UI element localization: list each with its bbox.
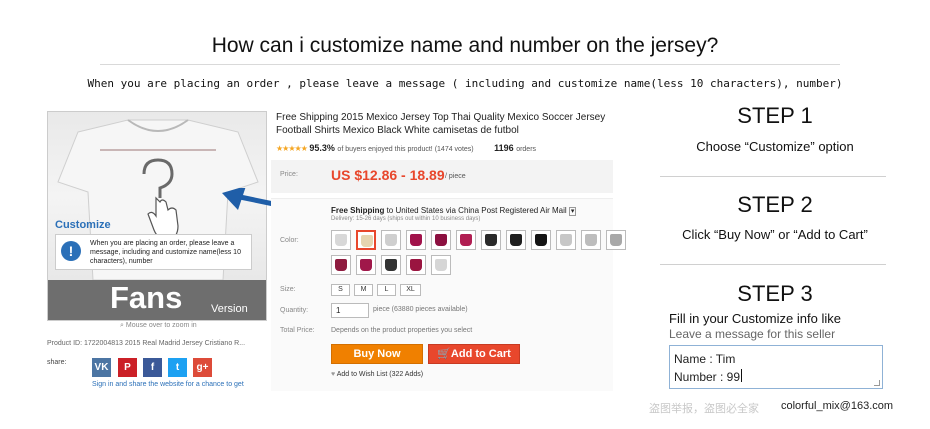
price-unit: / piece xyxy=(445,173,466,180)
facebook-share-button[interactable]: f xyxy=(143,358,162,377)
step-1-title: STEP 1 xyxy=(737,103,813,128)
pinterest-share-button[interactable]: P xyxy=(118,358,137,377)
total-price-label: Total Price: xyxy=(280,327,315,334)
quantity-note: piece (63880 pieces available) xyxy=(373,306,468,313)
color-swatch[interactable] xyxy=(581,230,601,250)
customize-note-box: ! When you are placing an order, please … xyxy=(55,234,252,270)
jersey-thumbnail-icon xyxy=(435,234,447,246)
watermark-text: 盗图举报，盗图必全家 xyxy=(649,403,759,415)
signin-share-link[interactable]: Sign in and share the website for a chan… xyxy=(92,381,244,388)
chevron-down-icon[interactable]: ▾ xyxy=(568,207,577,216)
color-swatch[interactable] xyxy=(531,230,551,250)
step-divider xyxy=(660,264,886,265)
seller-message-textarea[interactable]: Name : Tim Number : 99 xyxy=(669,345,883,389)
jersey-thumbnail-icon xyxy=(485,234,497,246)
message-line-number: Number : 99 xyxy=(674,370,741,384)
buy-now-button[interactable]: Buy Now xyxy=(331,344,423,364)
jersey-thumbnail-icon xyxy=(560,234,572,246)
jersey-thumbnail-icon xyxy=(335,234,347,246)
googleplus-share-button[interactable]: g+ xyxy=(193,358,212,377)
jersey-thumbnail-icon xyxy=(360,259,372,271)
size-option-s[interactable]: S xyxy=(331,284,350,296)
message-seller-label: Leave a message for this seller xyxy=(669,327,836,341)
watermark-email: colorful_mix@163.com xyxy=(781,400,894,412)
jersey-thumbnail-icon xyxy=(410,234,422,246)
orders-label: orders xyxy=(516,146,537,153)
color-swatch[interactable] xyxy=(431,230,451,250)
rating-text: of buyers enjoyed this product! (1474 vo… xyxy=(337,146,474,153)
jersey-thumbnail-icon xyxy=(610,234,622,246)
step-2-title: STEP 2 xyxy=(737,192,813,217)
color-swatch[interactable] xyxy=(406,255,426,275)
size-option-l[interactable]: L xyxy=(377,284,396,296)
color-swatch[interactable] xyxy=(506,230,526,250)
title-divider xyxy=(100,64,840,65)
color-swatch[interactable] xyxy=(431,255,451,275)
share-label: share: xyxy=(47,359,67,366)
jersey-thumbnail-icon xyxy=(410,259,422,271)
version-text: Version xyxy=(211,303,248,315)
cart-icon: 🛒 xyxy=(437,348,451,360)
jersey-thumbnail-icon xyxy=(585,234,597,246)
jersey-thumbnail-icon xyxy=(460,234,472,246)
color-swatch[interactable] xyxy=(456,230,476,250)
product-id: Product ID: 1722004813 2015 Real Madrid … xyxy=(47,340,246,347)
color-swatch[interactable] xyxy=(606,230,626,250)
customize-label: Customize xyxy=(55,219,111,231)
info-icon: ! xyxy=(61,241,81,261)
shipping-line[interactable]: Free Shipping to United States via China… xyxy=(331,206,577,216)
vk-share-button[interactable]: VK xyxy=(92,358,111,377)
step-3-title: STEP 3 xyxy=(737,281,813,306)
free-shipping-label: Free Shipping xyxy=(331,206,385,215)
instructions-subtitle: When you are placing an order , please l… xyxy=(87,77,843,90)
quantity-input[interactable]: 1 xyxy=(331,303,369,318)
size-option-xl[interactable]: XL xyxy=(400,284,421,296)
orders-count: 1196 xyxy=(494,143,514,153)
color-swatch[interactable] xyxy=(381,230,401,250)
zoom-hint: ⌕ Mouse over to zoom in xyxy=(120,322,197,329)
color-swatch[interactable] xyxy=(356,230,376,250)
color-swatch[interactable] xyxy=(381,255,401,275)
jersey-thumbnail-icon xyxy=(335,259,347,271)
price-value: US $12.86 - 18.89 xyxy=(331,167,445,183)
total-price-note: Depends on the product properties you se… xyxy=(331,327,473,334)
product-title[interactable]: Free Shipping 2015 Mexico Jersey Top Tha… xyxy=(276,111,611,137)
text-caret xyxy=(741,369,742,382)
jersey-thumbnail-icon xyxy=(535,234,547,246)
star-rating-icon: ★★★★★ xyxy=(276,144,308,153)
message-line-name: Name : Tim xyxy=(674,352,736,366)
jersey-thumbnail-icon xyxy=(361,235,373,247)
size-option-m[interactable]: M xyxy=(354,284,373,296)
delivery-estimate: Delivery: 15-26 days (ships out within 1… xyxy=(331,216,481,222)
resize-handle-icon[interactable] xyxy=(874,380,880,386)
jersey-thumbnail-icon xyxy=(385,259,397,271)
color-swatch[interactable] xyxy=(331,255,351,275)
jersey-thumbnail-icon xyxy=(510,234,522,246)
color-swatch[interactable] xyxy=(556,230,576,250)
page-title: How can i customize name and number on t… xyxy=(211,34,719,57)
step-divider xyxy=(660,176,886,177)
rating-percent: 95.3% xyxy=(309,143,335,153)
color-swatch[interactable] xyxy=(331,230,351,250)
quantity-label: Quantity: xyxy=(280,307,309,314)
size-label: Size: xyxy=(280,286,296,293)
step-3-description: Fill in your Customize info like xyxy=(669,311,841,326)
price-label: Price: xyxy=(280,171,298,178)
add-to-cart-button[interactable]: 🛒Add to Cart xyxy=(428,344,520,364)
step-2-description: Click “Buy Now” or “Add to Cart” xyxy=(682,227,868,242)
rating-row: ★★★★★ 95.3% of buyers enjoyed this produ… xyxy=(276,143,536,153)
step-1-description: Choose “Customize” option xyxy=(696,139,854,154)
color-label: Color: xyxy=(280,237,299,244)
twitter-share-button[interactable]: t xyxy=(168,358,187,377)
fans-text: Fans xyxy=(110,280,183,315)
color-swatch[interactable] xyxy=(481,230,501,250)
color-swatch[interactable] xyxy=(356,255,376,275)
wish-list-link[interactable]: ♥ Add to Wish List (322 Adds) xyxy=(331,371,423,378)
color-swatch[interactable] xyxy=(406,230,426,250)
shipping-method: to United States via China Post Register… xyxy=(386,206,567,215)
jersey-thumbnail-icon xyxy=(385,234,397,246)
jersey-thumbnail-icon xyxy=(435,259,447,271)
customize-note-text: When you are placing an order, please le… xyxy=(90,240,241,265)
